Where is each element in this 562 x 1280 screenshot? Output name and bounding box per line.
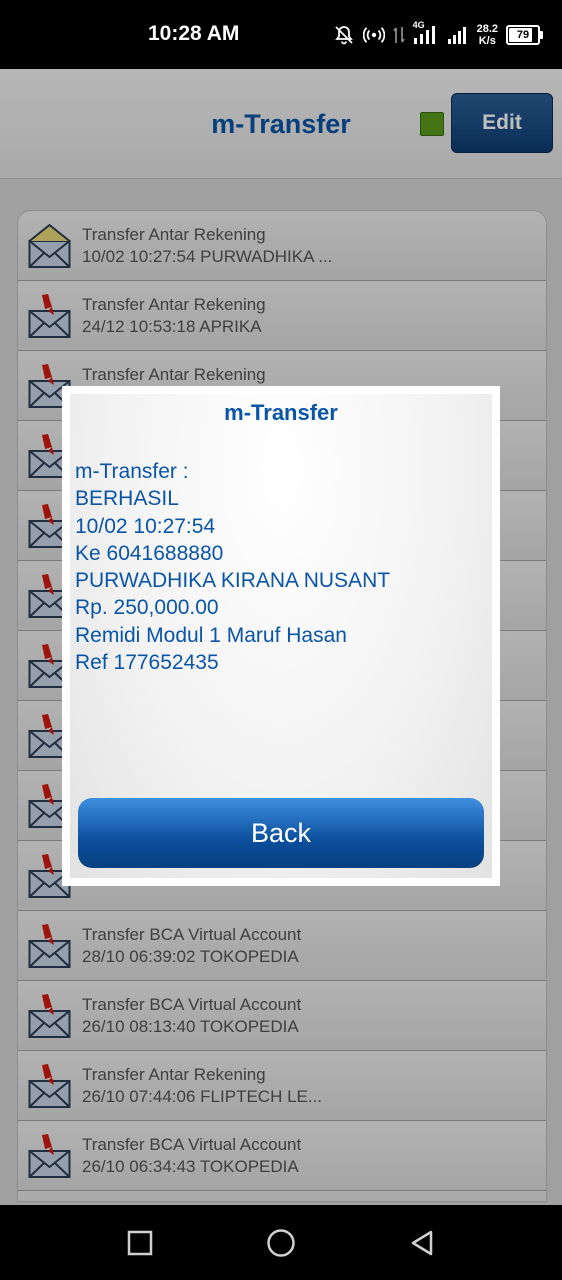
data-transfer-icon: [392, 24, 405, 46]
dialog-message: m-Transfer : BERHASIL 10/02 10:27:54 Ke …: [75, 458, 390, 676]
status-icons: 4G 28.2 K/s 79: [333, 18, 543, 52]
square-icon: [127, 1230, 153, 1256]
battery-icon: 79: [506, 25, 543, 45]
hotspot-icon: [362, 24, 385, 46]
message-line-datetime: 10/02 10:27:54: [75, 514, 216, 538]
message-line-recipient: PURWADHIKA KIRANA NUSANT: [75, 569, 391, 593]
back-button[interactable]: Back: [78, 798, 484, 868]
network-speed: 28.2 K/s: [477, 23, 498, 47]
triangle-back-icon: [411, 1230, 433, 1256]
circle-icon: [267, 1229, 295, 1257]
signal-icon: [447, 24, 469, 46]
back-nav-button[interactable]: [405, 1226, 439, 1260]
mute-notifications-icon: [333, 24, 355, 46]
recents-button[interactable]: [123, 1226, 157, 1260]
message-line-reference: Ref 177652435: [75, 651, 219, 675]
network-type-label: 4G: [412, 20, 425, 30]
signal-4g-icon: 4G: [413, 20, 439, 46]
message-line-amount: Rp. 250,000.00: [75, 596, 219, 620]
message-line-status: BERHASIL: [75, 487, 179, 511]
dialog-title: m-Transfer: [224, 400, 338, 425]
network-speed-unit: K/s: [478, 35, 496, 47]
transfer-result-dialog: m-Transfer m-Transfer : BERHASIL 10/02 1…: [62, 386, 500, 886]
message-line-destination: Ke 6041688880: [75, 541, 224, 565]
dialog-content: m-Transfer m-Transfer : BERHASIL 10/02 1…: [70, 394, 492, 878]
system-navigation-bar: [0, 1205, 562, 1280]
status-bar: 10:28 AM 4G 28.2 K/s 79: [0, 0, 562, 69]
home-button[interactable]: [264, 1226, 298, 1260]
battery-level: 79: [516, 29, 530, 41]
message-line-header: m-Transfer :: [75, 460, 189, 483]
network-speed-value: 28.2: [476, 23, 498, 35]
message-line-note: Remidi Modul 1 Maruf Hasan: [75, 623, 347, 647]
status-time: 10:28 AM: [148, 22, 240, 45]
